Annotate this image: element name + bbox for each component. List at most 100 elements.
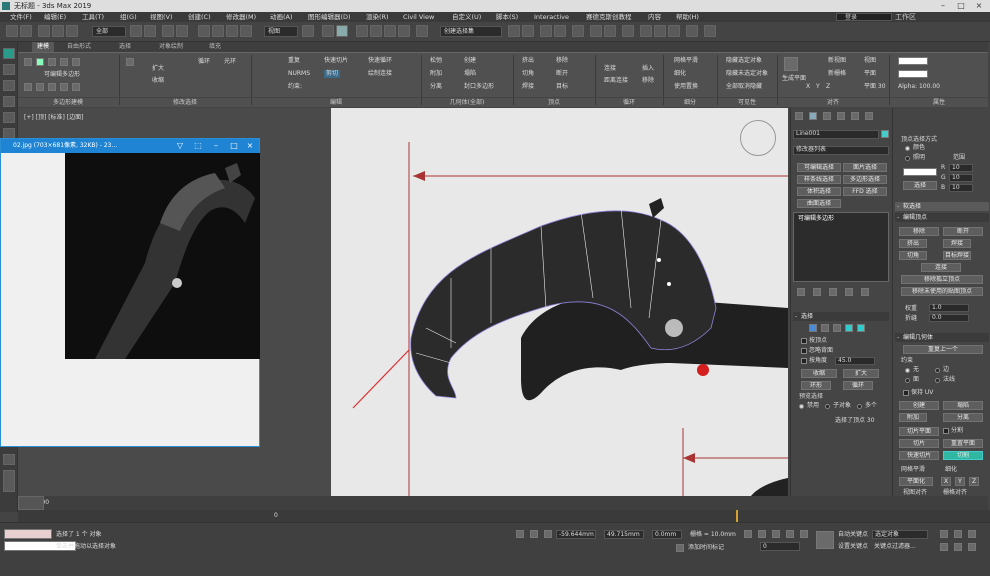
menu-group[interactable]: 组(G) — [120, 12, 137, 22]
alpha-label[interactable]: Alpha: 100.00 — [898, 83, 940, 91]
object-name-field[interactable]: Line001 — [793, 130, 879, 139]
select-icon[interactable] — [3, 64, 15, 75]
paint-connect-label[interactable]: 绘制连接 — [368, 70, 392, 78]
hide-selected-label[interactable]: 隐藏选定对象 — [726, 57, 762, 65]
menu-modifiers[interactable]: 修改器(M) — [226, 12, 256, 22]
toggle-scene-explorer-icon[interactable] — [540, 25, 552, 37]
view-align-label[interactable]: 视图 — [864, 57, 876, 65]
keyboard-shortcut-override-icon[interactable] — [336, 25, 348, 37]
a360-gallery-icon[interactable] — [704, 25, 716, 37]
modify-tab-icon[interactable] — [809, 112, 817, 120]
current-frame-field[interactable]: 0 — [760, 542, 800, 551]
auto-key-label[interactable]: 自动关键点 — [838, 531, 868, 539]
timeline-track[interactable]: 0 — [18, 510, 990, 522]
chamfer-button[interactable]: 切角 — [899, 251, 927, 260]
sub-border-icon[interactable] — [833, 324, 841, 332]
vertex-select-button[interactable]: 选择 — [903, 181, 937, 190]
by-vertex-checkbox[interactable] — [801, 338, 807, 344]
select-manipulate-icon[interactable] — [322, 25, 334, 37]
selection-filter-dropdown[interactable]: 全部 — [92, 26, 126, 37]
viewport-label[interactable]: [+] [顶] [标准] [边面] — [24, 112, 83, 121]
show-end-result-icon[interactable] — [813, 288, 821, 296]
constraint-none-radio[interactable] — [905, 368, 910, 373]
repeat-label[interactable]: 重复 — [288, 57, 300, 65]
configure-sets-icon[interactable] — [861, 288, 869, 296]
weight-spinner[interactable]: 1.0 — [929, 304, 969, 312]
relax-label[interactable]: 松弛 — [430, 57, 442, 65]
viewport-layout-tab[interactable] — [3, 470, 15, 492]
collapse-stack-icon[interactable] — [36, 83, 44, 91]
isolate-selection-icon[interactable] — [516, 530, 524, 538]
menu-rendering[interactable]: 渲染(R) — [366, 12, 389, 22]
place-icon[interactable] — [240, 25, 252, 37]
connect-label[interactable]: 连接 — [604, 65, 616, 73]
menu-edit[interactable]: 编辑(E) — [44, 12, 66, 22]
target-weld-button[interactable]: 目标焊接 — [943, 251, 971, 260]
shrink-label[interactable]: 收缩 — [152, 77, 164, 85]
collapse-button[interactable]: 塌陷 — [943, 401, 983, 410]
menu-scripting[interactable]: 脚本(S) — [496, 12, 518, 22]
workspace-label[interactable]: 工作区 — [895, 12, 916, 22]
use-soft-selection-icon[interactable] — [72, 83, 80, 91]
grow-icon[interactable] — [126, 58, 134, 66]
loop-label[interactable]: 循环 — [198, 58, 210, 66]
constraint-face-radio[interactable] — [905, 378, 910, 383]
viewer-minimize-icon[interactable]: – — [209, 140, 223, 152]
mirror-icon[interactable] — [508, 25, 520, 37]
make-planar-label[interactable]: 生成平面 — [782, 75, 806, 83]
redo-icon[interactable] — [20, 25, 32, 37]
viewer-maximize-icon[interactable]: □ — [227, 140, 241, 152]
detach-button[interactable]: 分离 — [943, 413, 983, 422]
break-button[interactable]: 断开 — [943, 227, 983, 236]
angle-spinner[interactable]: 45.0 — [835, 357, 875, 365]
add-time-tag-icon[interactable] — [676, 544, 684, 552]
undo-icon[interactable] — [6, 25, 18, 37]
reset-plane-button[interactable]: 重置平面 — [943, 439, 983, 448]
bind-space-warp-icon[interactable] — [66, 25, 78, 37]
hierarchy-tab-icon[interactable] — [823, 112, 831, 120]
display-tab-icon[interactable] — [851, 112, 859, 120]
viewer-close-icon[interactable]: × — [243, 140, 257, 152]
sub-polygon-icon[interactable] — [845, 324, 853, 332]
plane-30-label[interactable]: 平面 30 — [864, 83, 886, 91]
weld-button[interactable]: 焊接 — [943, 239, 971, 248]
viewcube[interactable] — [740, 120, 776, 156]
sub-edge-icon[interactable] — [821, 324, 829, 332]
weld-label[interactable]: 焊接 — [522, 83, 534, 91]
menu-help[interactable]: 帮助(H) — [676, 12, 699, 22]
menu-customize[interactable]: 自定义(U) — [452, 12, 481, 22]
surface-select-button[interactable]: 曲面选择 — [797, 199, 841, 208]
play-icon[interactable] — [772, 530, 780, 538]
toggle-ribbon-icon[interactable] — [572, 25, 584, 37]
flatten-label[interactable]: 平面 — [864, 70, 876, 78]
toggle-layer-explorer-icon[interactable] — [554, 25, 566, 37]
remove-button[interactable]: 移除 — [899, 227, 939, 236]
cap-poly-label[interactable]: 封口多边形 — [464, 83, 494, 91]
percent-snap-icon[interactable] — [384, 25, 396, 37]
remove-unused-map-button[interactable]: 移除未使用的贴图顶点 — [901, 287, 983, 296]
preview-off-radio[interactable] — [799, 404, 804, 409]
maximize-button[interactable]: □ — [952, 0, 970, 12]
repeat-last-button[interactable]: 重复上一个 — [903, 345, 983, 354]
y-coordinate-field[interactable]: 49.715mm — [604, 530, 644, 539]
color-radio[interactable] — [905, 146, 910, 151]
selected-obj-dropdown[interactable]: 选定对象 — [872, 530, 928, 539]
ribbon-tab-selection[interactable]: 选择 — [114, 42, 136, 52]
select-object-icon[interactable] — [130, 25, 142, 37]
b-spinner[interactable]: 10 — [949, 184, 973, 192]
tessellate-label[interactable]: 细化 — [674, 70, 686, 78]
ribbon-tab-object-paint[interactable]: 对象绘制 — [154, 42, 188, 52]
edge-mode-icon[interactable] — [36, 58, 44, 66]
loop-remove-label[interactable]: 移除 — [642, 77, 654, 85]
spinner-snap-icon[interactable] — [398, 25, 410, 37]
display-children-icon[interactable] — [3, 96, 15, 107]
make-unique-icon[interactable] — [829, 288, 837, 296]
cut-button[interactable]: 切割 — [943, 451, 983, 460]
color-swatch[interactable] — [898, 70, 928, 78]
loop-button[interactable]: 循环 — [843, 381, 873, 390]
vol-select-button[interactable]: 体积选择 — [797, 187, 841, 196]
unhide-all-label[interactable]: 全部取消隐藏 — [726, 83, 762, 91]
add-time-tag-label[interactable]: 添加时间标记 — [688, 544, 724, 552]
selection-rollout[interactable]: 选择 — [793, 312, 889, 321]
target-weld-label[interactable]: 目标 — [556, 83, 568, 91]
